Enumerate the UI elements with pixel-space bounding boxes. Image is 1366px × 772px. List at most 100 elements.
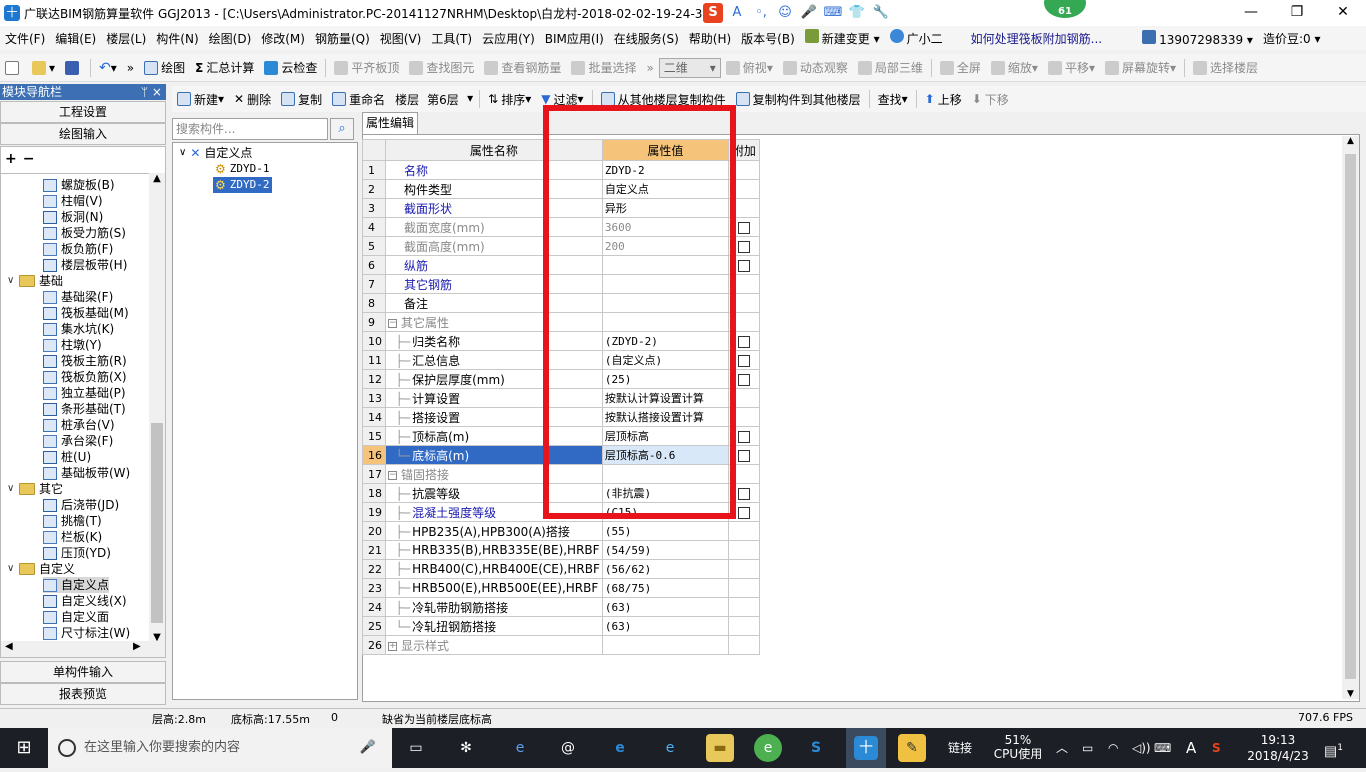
nav-tree-folder[interactable]: ∨ 其它 xyxy=(7,481,63,497)
taskbar-search-input[interactable]: 在这里输入你要搜索的内容 🎤 xyxy=(48,728,392,768)
extra-checkbox[interactable] xyxy=(737,221,750,234)
nav-tree-item[interactable]: 自定义点 xyxy=(43,577,110,593)
flat-top-button[interactable]: 平齐板顶 xyxy=(329,56,404,80)
menu-edit[interactable]: 编辑(E) xyxy=(50,30,101,47)
pan-button[interactable]: 平移 ▾ xyxy=(1043,56,1100,80)
extra-checkbox[interactable] xyxy=(737,430,750,443)
property-value[interactable]: (55) xyxy=(601,521,729,541)
user-account[interactable]: 13907298339 ▾ xyxy=(1137,29,1258,47)
internet-explorer-icon[interactable]: e xyxy=(656,734,684,762)
drawing-input-button[interactable]: 绘图输入 xyxy=(0,123,166,145)
property-row[interactable]: 24 ├─ 冷轧带肋钢筋搭接 (63) xyxy=(362,597,760,617)
clock[interactable]: 19:13 2018/4/23 xyxy=(1246,728,1310,768)
floor-select[interactable]: 第6层 ▾ xyxy=(424,91,476,108)
battery-icon[interactable]: ▭ xyxy=(1082,728,1093,768)
property-row[interactable]: 21 ├─ HRB335(B),HRB335E(BE),HRBF (54/59) xyxy=(362,540,760,560)
file-explorer-icon[interactable]: ▬ xyxy=(706,734,734,762)
nav-tree-item[interactable]: 栏板(K) xyxy=(43,529,102,545)
menu-guangxiaoer[interactable]: 广小二 xyxy=(885,29,948,47)
scroll-right-icon[interactable]: ▶ xyxy=(133,641,141,652)
property-panel-scrollbar[interactable]: ▲ ▼ xyxy=(1342,136,1359,699)
component-search-input[interactable]: 搜索构件... xyxy=(172,118,328,140)
ime-punct-icon[interactable]: ◦, xyxy=(751,3,771,23)
fan-app-icon[interactable]: ✻ xyxy=(452,734,480,762)
menu-bim[interactable]: BIM应用(I) xyxy=(540,30,609,47)
menu-view[interactable]: 视图(V) xyxy=(375,30,427,47)
expand-all-icon[interactable]: + − xyxy=(5,151,34,167)
expand-icon[interactable]: + xyxy=(388,641,397,651)
collapse-icon[interactable]: − xyxy=(388,318,397,328)
sum-calc-button[interactable]: Σ 汇总计算 xyxy=(190,56,259,80)
nav-tree-item[interactable]: 筏板主筋(R) xyxy=(43,353,127,369)
report-preview-button[interactable]: 报表预览 xyxy=(0,683,166,705)
nav-tree-item[interactable]: 尺寸标注(W) xyxy=(43,625,130,641)
notes-app-icon[interactable]: ✎ xyxy=(898,734,926,762)
search-icon[interactable]: ⌕ xyxy=(330,118,354,140)
local-3d-button[interactable]: 局部三维 xyxy=(853,56,928,80)
action-center-icon[interactable]: ▤1 xyxy=(1324,728,1343,768)
sogou-browser-icon[interactable]: S xyxy=(802,734,830,762)
find-button[interactable]: 查找 ▾ xyxy=(873,87,913,111)
sogou-tray-icon[interactable]: S xyxy=(1212,728,1221,768)
ime-lang-icon[interactable]: A xyxy=(727,3,747,23)
ime-mode-icon[interactable]: A xyxy=(1186,728,1196,768)
task-view-icon[interactable]: ▭ xyxy=(402,734,430,762)
draw-button[interactable]: 绘图 xyxy=(139,56,190,80)
scroll-left-icon[interactable]: ◀ xyxy=(5,641,13,652)
toolbar-overflow[interactable]: » xyxy=(122,56,139,80)
menu-version[interactable]: 版本号(B) xyxy=(736,30,800,47)
nav-tree-item[interactable]: 楼层板带(H) xyxy=(43,257,127,273)
scroll-up-icon[interactable]: ▲ xyxy=(1342,136,1359,146)
nav-tree-item[interactable]: 承台梁(F) xyxy=(43,433,113,449)
collapse-icon[interactable]: ∨ xyxy=(7,481,17,497)
top-view-button[interactable]: 俯视 ▾ xyxy=(721,56,778,80)
ie-browser-icon[interactable]: e xyxy=(506,734,534,762)
extra-checkbox[interactable] xyxy=(737,506,750,519)
select-floor-button[interactable]: 选择楼层 xyxy=(1188,56,1263,80)
delete-component-button[interactable]: ✕ 删除 xyxy=(229,87,276,111)
view-mode-select[interactable]: 二维 ▾ xyxy=(658,57,721,78)
nav-tree-item[interactable]: 筏板基础(M) xyxy=(43,305,129,321)
property-row[interactable]: 23 ├─ HRB500(E),HRB500E(EE),HRBF (68/75) xyxy=(362,578,760,598)
nav-tree-item[interactable]: 条形基础(T) xyxy=(43,401,126,417)
property-value[interactable]: (63) xyxy=(601,616,729,636)
collapse-icon[interactable]: − xyxy=(388,470,397,480)
batch-select-button[interactable]: 批量选择 xyxy=(566,56,641,80)
restore-button[interactable]: ❐ xyxy=(1274,0,1320,26)
extra-checkbox[interactable] xyxy=(737,449,750,462)
microphone-icon[interactable]: 🎤 xyxy=(360,728,376,768)
rename-component-button[interactable]: 重命名 xyxy=(327,87,390,111)
collapse-icon[interactable]: ∨ xyxy=(7,273,17,289)
nav-tree-item[interactable]: 柱墩(Y) xyxy=(43,337,102,353)
nav-tree-item[interactable]: 桩承台(V) xyxy=(43,417,115,433)
keyboard-icon[interactable]: ⌨ xyxy=(1154,728,1171,768)
nav-tree-item[interactable]: 后浇带(JD) xyxy=(43,497,119,513)
nav-tree-item[interactable]: 筏板负筋(X) xyxy=(43,369,127,385)
extra-checkbox[interactable] xyxy=(737,240,750,253)
cloud-check-button[interactable]: 云检查 xyxy=(259,56,322,80)
property-row[interactable]: 26 + 显示样式 xyxy=(362,635,760,655)
zoom-button[interactable]: 缩放 ▾ xyxy=(986,56,1043,80)
scroll-thumb[interactable] xyxy=(1345,154,1356,679)
scroll-down-icon[interactable]: ▼ xyxy=(1342,689,1359,699)
taskbar-link-label[interactable]: 链接 xyxy=(948,728,972,768)
nav-tree-item[interactable]: 集水坑(K) xyxy=(43,321,114,337)
nav-tree-item[interactable]: 板洞(N) xyxy=(43,209,103,225)
dynamic-view-button[interactable]: 动态观察 xyxy=(778,56,853,80)
property-row[interactable]: 22 ├─ HRB400(C),HRB400E(CE),HRBF (56/62) xyxy=(362,559,760,579)
rotate-button[interactable]: 屏幕旋转 ▾ xyxy=(1100,56,1181,80)
nav-tree-item[interactable]: 柱帽(V) xyxy=(43,193,103,209)
component-item-zdyd-2[interactable]: ⚙ ZDYD-2 xyxy=(213,177,272,193)
menu-component[interactable]: 构件(N) xyxy=(151,30,203,47)
ime-tools-icon[interactable]: 🔧 xyxy=(871,3,891,23)
nav-tree-item[interactable]: 基础板带(W) xyxy=(43,465,130,481)
cpu-usage[interactable]: 51% CPU使用 xyxy=(988,728,1048,768)
nav-tree-scrollbar[interactable]: ▲ ▼ xyxy=(149,173,165,643)
beans-count[interactable]: 造价豆:0 ▾ xyxy=(1258,30,1326,47)
toolbar-overflow[interactable]: » xyxy=(641,56,658,80)
nav-tree-item[interactable]: 压顶(YD) xyxy=(43,545,111,561)
property-value[interactable]: (68/75) xyxy=(601,578,729,598)
ime-emoji-icon[interactable]: ☺ xyxy=(775,3,795,23)
fullscreen-button[interactable]: 全屏 xyxy=(935,56,986,80)
menu-new-change[interactable]: 新建变更 ▾ xyxy=(800,29,885,47)
